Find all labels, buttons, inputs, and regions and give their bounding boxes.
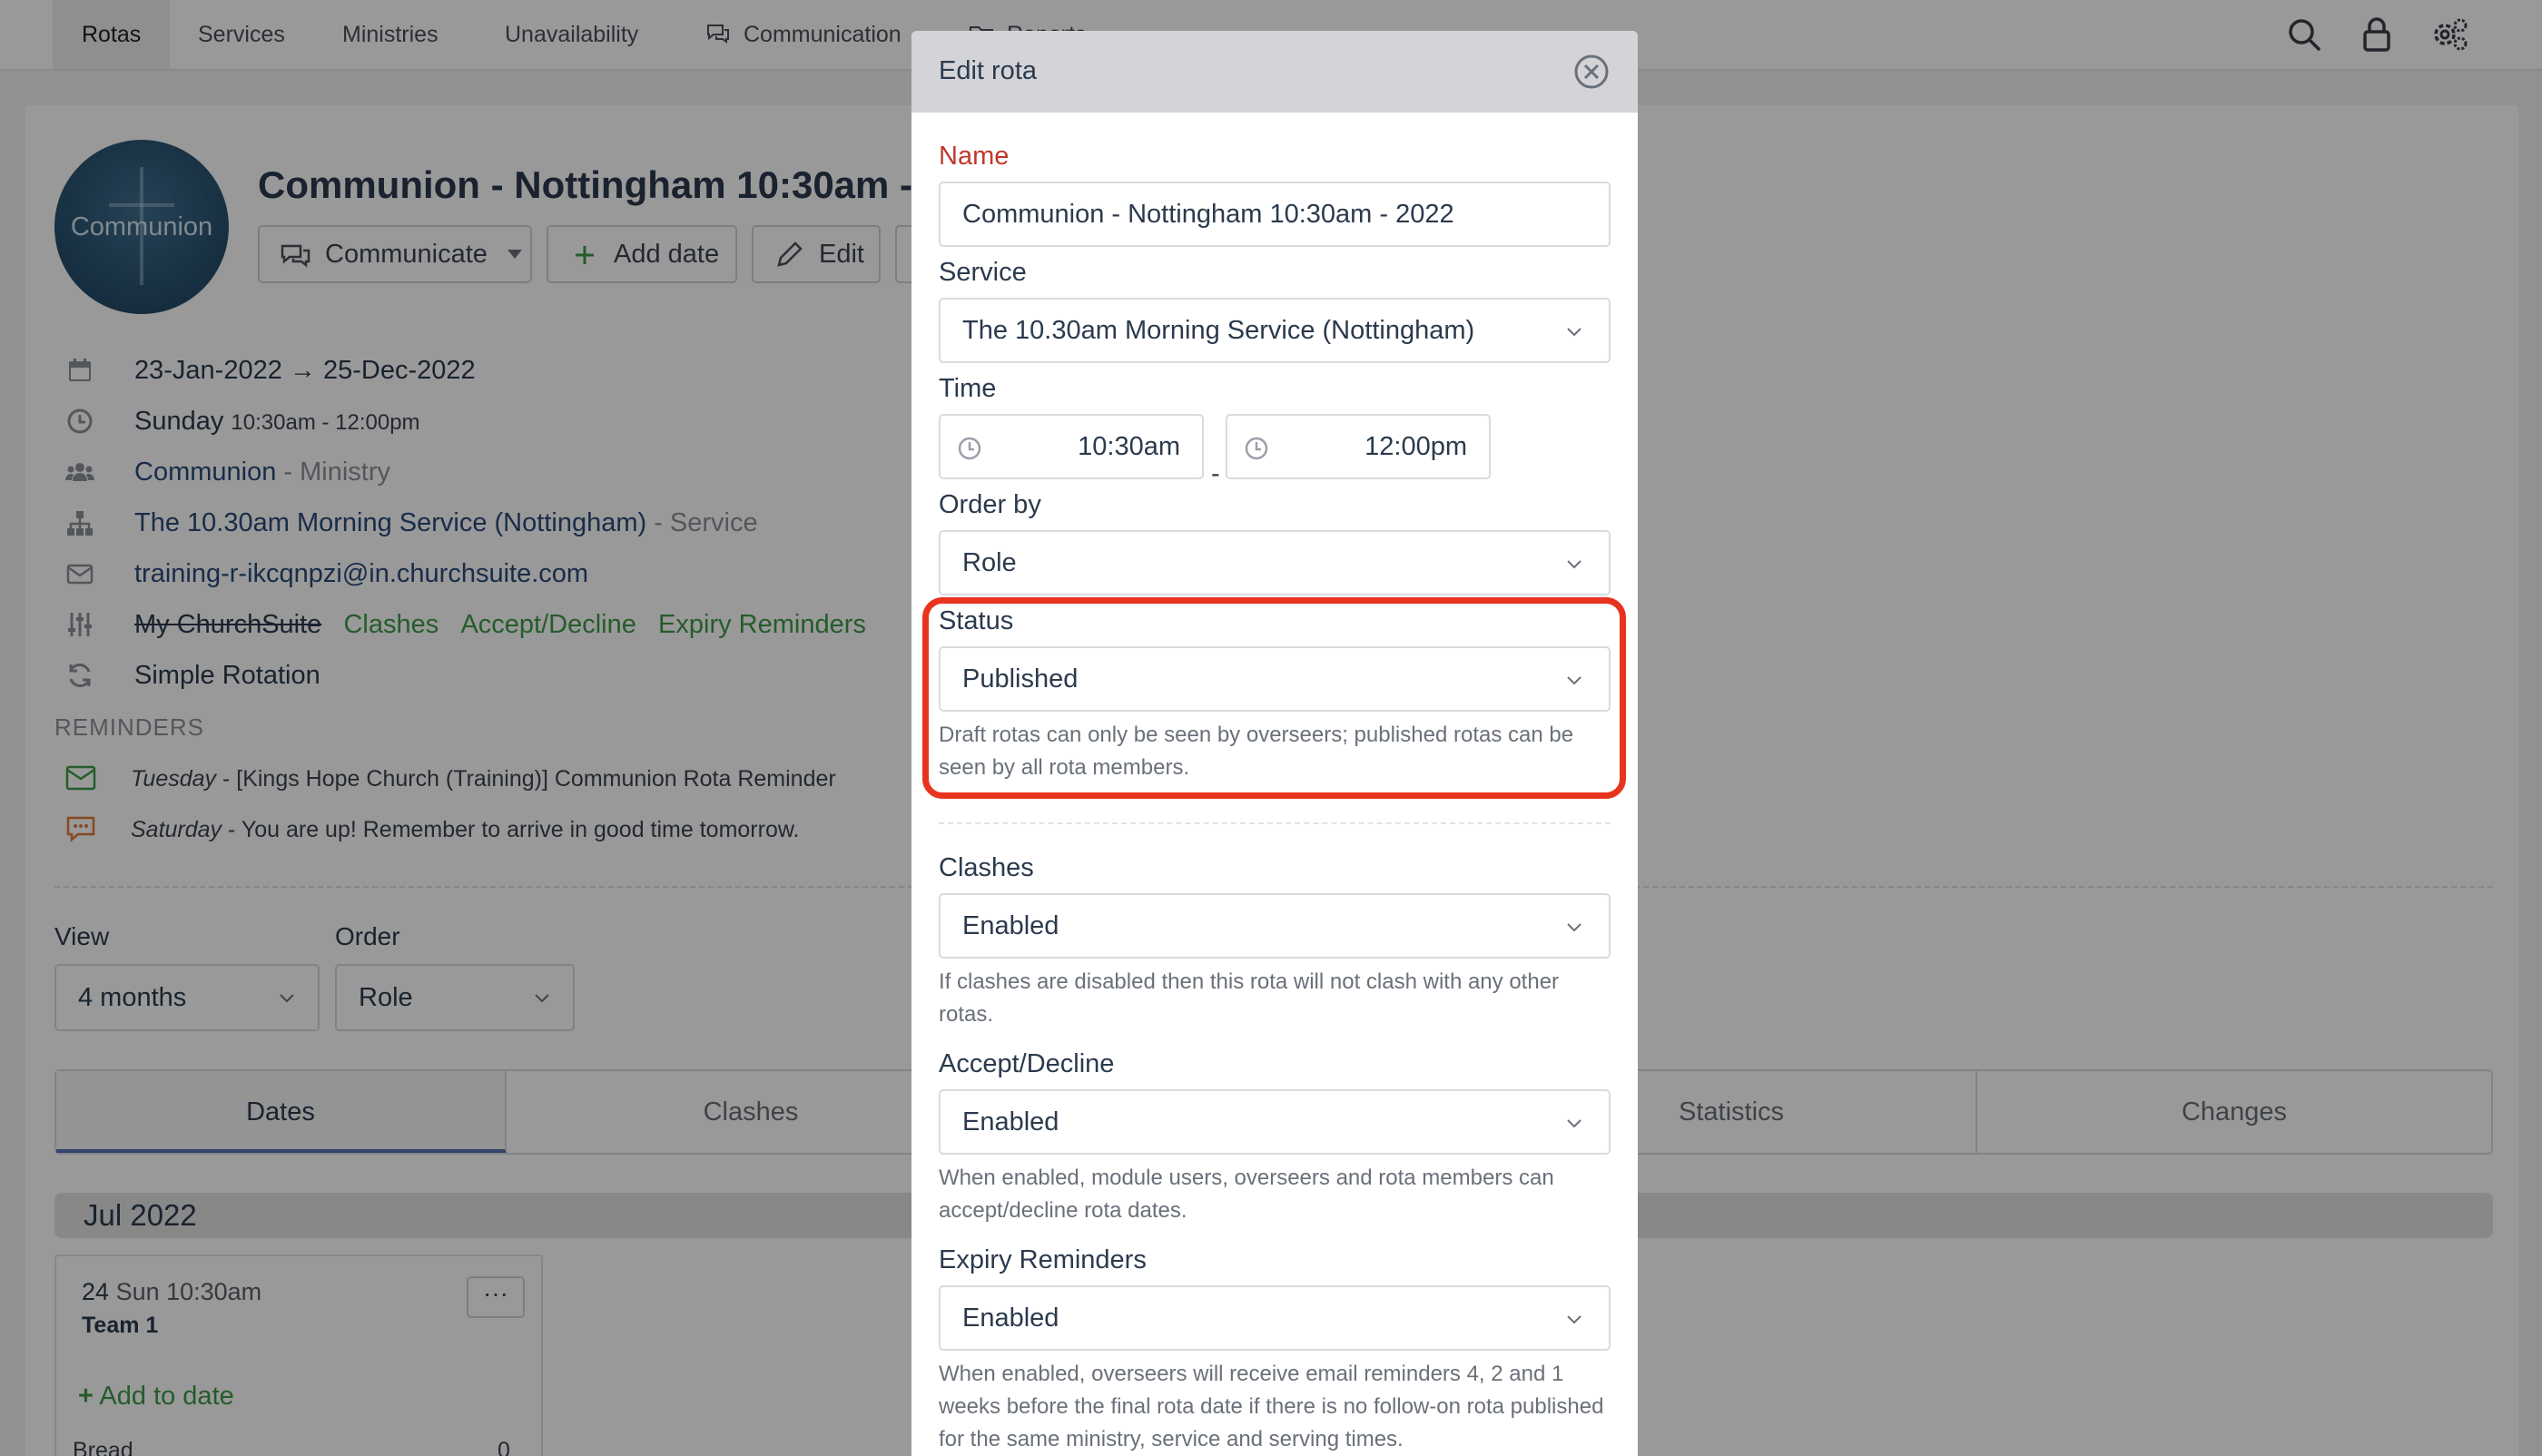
chevron-down-icon	[1567, 560, 1581, 569]
accept-decline-select-value: Enabled	[962, 1107, 1059, 1136]
clashes-help-text: If clashes are disabled then this rota w…	[939, 969, 1560, 1027]
close-icon[interactable]	[1572, 53, 1611, 91]
clock-icon	[1245, 437, 1268, 460]
status-highlight-annotation	[922, 597, 1626, 799]
end-time-value: 12:00pm	[1365, 432, 1467, 461]
name-input[interactable]: Communion - Nottingham 10:30am - 2022	[939, 182, 1611, 247]
clashes-select[interactable]: Enabled	[939, 893, 1611, 959]
accept-decline-label: Accept/Decline	[939, 1049, 1115, 1078]
modal-title: Edit rota	[939, 56, 1037, 85]
chevron-down-icon	[1567, 1315, 1581, 1324]
chevron-down-icon	[1567, 1119, 1581, 1128]
name-label: Name	[939, 142, 1010, 171]
chevron-down-icon	[1567, 923, 1581, 932]
order-by-label: Order by	[939, 490, 1041, 519]
accept-decline-select[interactable]: Enabled	[939, 1089, 1611, 1155]
modal-header: Edit rota	[911, 31, 1638, 113]
time-separator: -	[1211, 459, 1220, 488]
clock-icon	[958, 437, 981, 460]
time-label: Time	[939, 374, 997, 403]
expiry-reminders-label: Expiry Reminders	[939, 1245, 1147, 1274]
name-input-value: Communion - Nottingham 10:30am - 2022	[962, 200, 1454, 229]
expiry-reminders-select[interactable]: Enabled	[939, 1285, 1611, 1351]
service-label: Service	[939, 258, 1027, 287]
modal-divider	[939, 822, 1611, 824]
service-select[interactable]: The 10.30am Morning Service (Nottingham)	[939, 298, 1611, 363]
start-time-value: 10:30am	[1078, 432, 1180, 461]
chevron-down-icon	[1567, 328, 1581, 337]
end-time-input[interactable]: 12:00pm	[1226, 414, 1491, 479]
expiry-reminders-help-text: When enabled, overseers will receive ema…	[939, 1362, 1604, 1451]
service-select-value: The 10.30am Morning Service (Nottingham)	[962, 316, 1475, 345]
accept-decline-help-text: When enabled, module users, overseers an…	[939, 1166, 1554, 1223]
start-time-input[interactable]: 10:30am	[939, 414, 1204, 479]
order-by-value: Role	[962, 548, 1017, 577]
expiry-reminders-select-value: Enabled	[962, 1304, 1059, 1333]
clashes-label: Clashes	[939, 853, 1034, 882]
clashes-select-value: Enabled	[962, 911, 1059, 940]
order-by-select[interactable]: Role	[939, 530, 1611, 595]
